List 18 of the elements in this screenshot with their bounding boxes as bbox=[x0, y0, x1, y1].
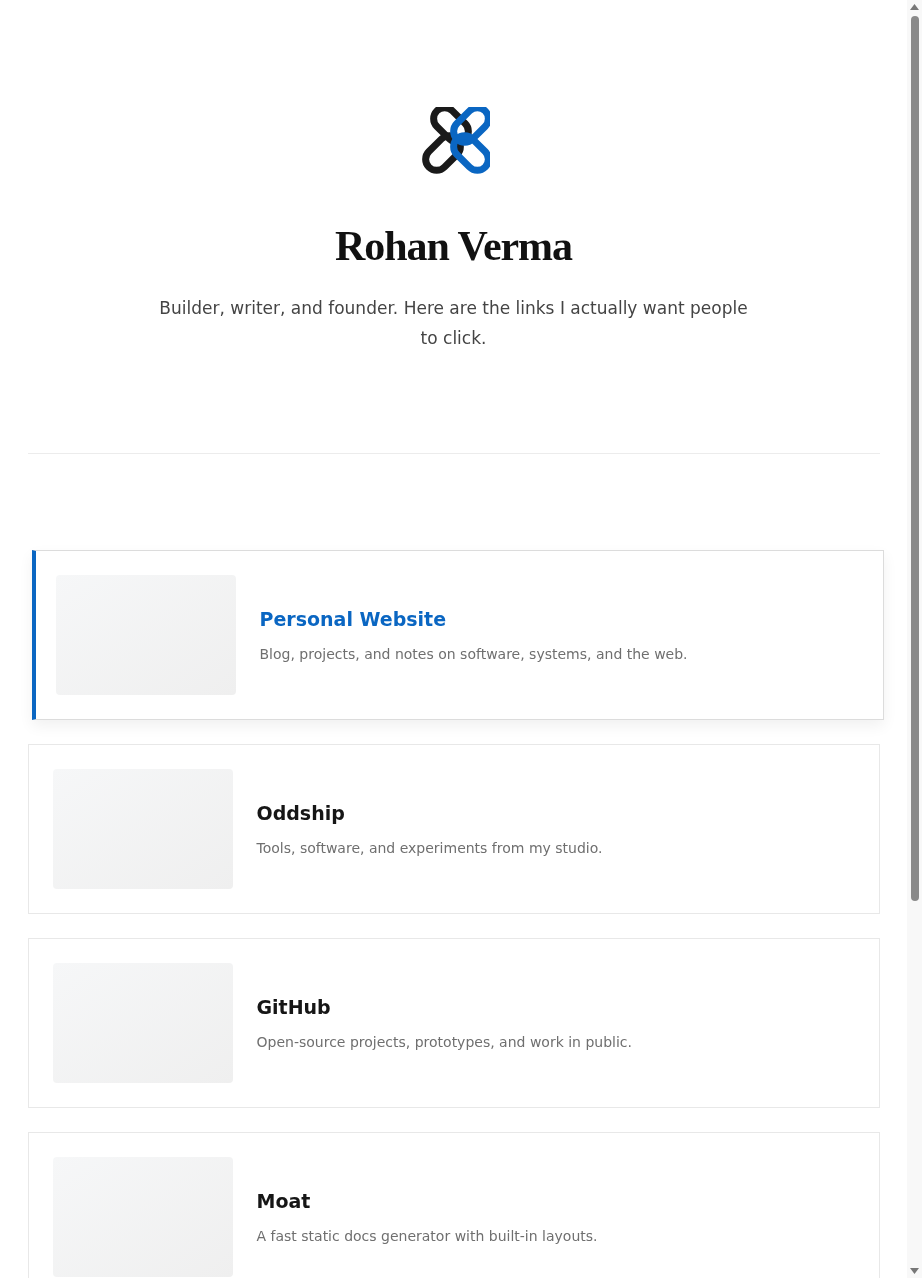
scroll-down-icon[interactable] bbox=[910, 1268, 919, 1274]
scroll-up-icon[interactable] bbox=[910, 4, 919, 10]
link-card[interactable]: Personal Website Blog, projects, and notes on software, systems, and the web. bbox=[31, 550, 884, 720]
scrollbar[interactable] bbox=[907, 0, 922, 1278]
link-title: Oddship bbox=[256, 801, 346, 827]
link-card[interactable]: GitHub Open-source projects, prototypes, and work in public. bbox=[27, 938, 880, 1108]
link-description: A fast static docs generator with built-in layouts. bbox=[256, 1226, 598, 1246]
link-card[interactable]: Moat A fast static docs generator with built-in layouts. bbox=[27, 1132, 880, 1278]
link-card[interactable]: Oddship Tools, software, and experiments from my studio. bbox=[27, 744, 880, 914]
link-description: Blog, projects, and notes on software, systems, and the web. bbox=[259, 644, 688, 664]
link-description: Open-source projects, prototypes, and work in public. bbox=[256, 1032, 632, 1052]
link-title: Moat bbox=[256, 1189, 312, 1215]
profile-name: Rohan Verma bbox=[335, 225, 572, 267]
link-description: Tools, software, and experiments from my studio. bbox=[256, 838, 603, 858]
link-title: Personal Website bbox=[259, 607, 448, 633]
scrollbar-thumb[interactable] bbox=[910, 16, 919, 901]
profile-bio: Builder, writer, and founder. Here are the links I actually want people to click. bbox=[158, 297, 749, 350]
link-title: GitHub bbox=[256, 995, 332, 1021]
